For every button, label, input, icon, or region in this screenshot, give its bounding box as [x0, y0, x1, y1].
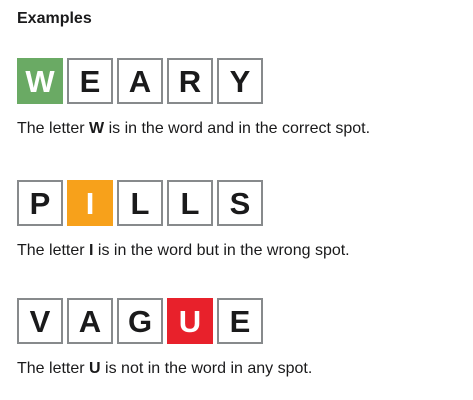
desc-suffix: is in the word but in the wrong spot. [93, 242, 350, 259]
example-description: The letter W is in the word and in the c… [17, 119, 370, 139]
letter-tile: P [17, 180, 63, 226]
desc-prefix: The letter [17, 360, 90, 377]
letter-tile: R [167, 58, 213, 104]
desc-letter: W [89, 120, 105, 137]
desc-prefix: The letter [17, 242, 90, 259]
desc-prefix: The letter [17, 120, 90, 137]
example-description: The letter I is in the word but in the w… [17, 241, 350, 261]
letter-tile: S [217, 180, 263, 226]
letter-tile: L [117, 180, 163, 226]
desc-suffix: is not in the word in any spot. [100, 360, 313, 377]
letter-tile-absent: U [167, 298, 213, 344]
example-present: P I L L S The letter I is in the word bu… [17, 180, 350, 261]
example-correct: W E A R Y The letter W is in the word an… [17, 58, 370, 139]
example-absent: V A G U E The letter U is not in the wor… [17, 298, 312, 379]
letter-tile: Y [217, 58, 263, 104]
example-description: The letter U is not in the word in any s… [17, 359, 312, 379]
letter-tile: E [217, 298, 263, 344]
desc-suffix: is in the word and in the correct spot. [104, 120, 371, 137]
word-row: W E A R Y [17, 58, 370, 104]
desc-letter: U [89, 360, 101, 377]
letter-tile-correct: W [17, 58, 63, 104]
word-row: P I L L S [17, 180, 350, 226]
letter-tile: V [17, 298, 63, 344]
word-row: V A G U E [17, 298, 312, 344]
letter-tile: L [167, 180, 213, 226]
letter-tile: G [117, 298, 163, 344]
letter-tile: A [117, 58, 163, 104]
letter-tile: A [67, 298, 113, 344]
letter-tile: E [67, 58, 113, 104]
examples-panel: Examples W E A R Y The letter W is in th… [0, 0, 473, 400]
letter-tile-present: I [67, 180, 113, 226]
examples-heading: Examples [17, 10, 92, 27]
